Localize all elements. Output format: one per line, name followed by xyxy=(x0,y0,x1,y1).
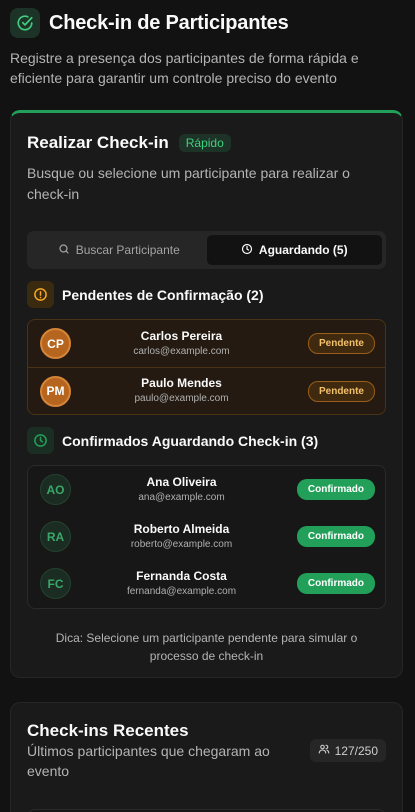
avatar: CP xyxy=(40,328,71,359)
list-item[interactable]: AO Ana Oliveira ana@example.com Confirma… xyxy=(28,466,385,513)
list-item[interactable]: PM Paulo Mendes paulo@example.com Penden… xyxy=(28,367,385,414)
status-badge: Confirmado xyxy=(296,573,375,594)
status-badge: Pendente xyxy=(307,333,375,354)
checkin-card-description: Busque ou selecione um participante para… xyxy=(27,165,350,202)
participant-name: Carlos Pereira xyxy=(140,328,223,343)
participant-name: Ana Oliveira xyxy=(146,474,217,489)
list-item[interactable]: CP Carlos Pereira carlos@example.com Pen… xyxy=(28,320,385,367)
confirmed-section-title: Confirmados Aguardando Check-in (3) xyxy=(62,432,319,449)
checkin-count-badge: 127/250 xyxy=(309,739,386,762)
pending-list: CP Carlos Pereira carlos@example.com Pen… xyxy=(27,319,386,415)
participant-email: roberto@example.com xyxy=(130,538,233,550)
status-badge: Confirmado xyxy=(296,479,375,500)
participant-name: Paulo Mendes xyxy=(141,376,222,390)
status-badge: Pendente xyxy=(307,380,375,402)
pending-section-title: Pendentes de Confirmação (2) xyxy=(62,286,264,303)
alert-circle-icon xyxy=(27,281,54,308)
participant-email: paulo@example.com xyxy=(134,393,229,404)
clock-icon xyxy=(241,243,253,258)
recent-checkins-card: Check-ins Recentes Últimos participantes… xyxy=(10,702,403,812)
checkin-tabs: Buscar Participante Aguardando (5) xyxy=(27,231,386,269)
recent-checkins-description: Últimos participantes que chegaram ao ev… xyxy=(27,743,270,779)
checkin-card: Realizar Check-in Rápido Busque ou selec… xyxy=(10,110,403,678)
speed-chip: Rápido xyxy=(178,134,231,152)
avatar: PM xyxy=(40,375,71,407)
pending-section-header: Pendentes de Confirmação (2) xyxy=(27,281,264,308)
checkin-count-text: 127/250 xyxy=(334,743,378,758)
tab-search-label: Buscar Participante xyxy=(75,243,180,257)
tab-waiting[interactable]: Aguardando (5) xyxy=(206,235,382,265)
page-subtitle: Registre a presença dos participantes de… xyxy=(10,50,359,86)
status-badge: Confirmado xyxy=(296,526,375,547)
tab-search-participant[interactable]: Buscar Participante xyxy=(31,235,207,265)
participant-email: ana@example.com xyxy=(138,491,225,503)
check-circle-icon xyxy=(10,8,40,38)
clock-icon xyxy=(27,427,54,454)
checkin-card-title: Realizar Check-in xyxy=(27,133,169,152)
participant-name: Roberto Almeida xyxy=(133,521,230,536)
avatar: AO xyxy=(40,474,71,505)
participant-name: Fernanda Costa xyxy=(136,568,227,583)
list-item[interactable]: RA Roberto Almeida roberto@example.com C… xyxy=(28,513,385,560)
tip-text: Dica: Selecione um participante pendente… xyxy=(55,631,358,663)
confirmed-list: AO Ana Oliveira ana@example.com Confirma… xyxy=(27,465,386,609)
participant-email: fernanda@example.com xyxy=(126,585,237,597)
recent-checkins-title: Check-ins Recentes xyxy=(27,721,189,740)
confirmed-section-header: Confirmados Aguardando Check-in (3) xyxy=(27,427,318,454)
users-icon xyxy=(318,743,330,758)
participant-email: carlos@example.com xyxy=(133,345,230,357)
avatar: RA xyxy=(40,521,71,552)
page-title: Check-in de Participantes xyxy=(49,11,289,34)
tab-waiting-label: Aguardando (5) xyxy=(258,243,348,257)
avatar: FC xyxy=(40,568,71,599)
list-item[interactable]: FC Fernanda Costa fernanda@example.com C… xyxy=(28,560,385,607)
page-header: Check-in de Participantes Registre a pre… xyxy=(10,8,405,88)
search-icon xyxy=(58,243,70,258)
